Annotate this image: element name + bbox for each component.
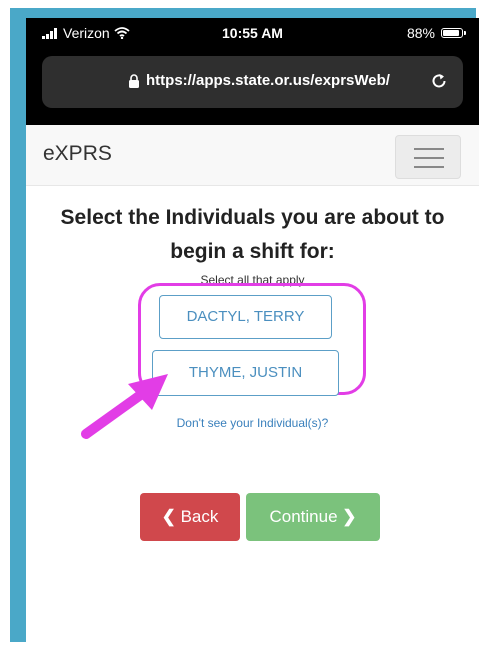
page-title: Select the Individuals you are about to … [60,206,445,263]
pointer-arrow-icon [81,374,168,439]
status-bar: Verizon 10:55 AM 88% [26,18,479,48]
chevron-right-icon: ❯ [342,507,357,526]
url-text[interactable]: https://apps.state.or.us/exprsWeb/ [146,72,390,89]
chevron-left-icon: ❮ [161,507,176,526]
help-link[interactable]: Don't see your Individual(s)? [26,416,479,430]
hamburger-icon[interactable] [395,135,461,179]
browser-chrome: Verizon 10:55 AM 88% https://apps.state.… [26,18,479,125]
back-label: Back [180,507,219,526]
main-content: Select the Individuals you are about to … [26,185,479,287]
address-bar[interactable]: https://apps.state.or.us/exprsWeb/ [42,56,463,108]
individual-button-dactyl[interactable]: DACTYL, TERRY [159,295,332,339]
phone-screen: Verizon 10:55 AM 88% https://apps.state.… [26,18,479,648]
battery-percent: 88% [406,25,435,41]
reload-icon[interactable] [429,71,449,91]
battery-icon [441,28,466,38]
continue-label: Continue [269,507,338,526]
lock-icon [129,74,139,88]
app-navbar: eXPRS [26,125,479,186]
continue-button[interactable]: Continue ❯ [246,493,380,541]
back-button[interactable]: ❮ Back [140,493,240,541]
individual-button-thyme[interactable]: THYME, JUSTIN [152,350,339,396]
status-right: 88% [406,25,466,41]
brand-name[interactable]: eXPRS [43,142,112,166]
screenshot-frame: Verizon 10:55 AM 88% https://apps.state.… [10,8,479,648]
